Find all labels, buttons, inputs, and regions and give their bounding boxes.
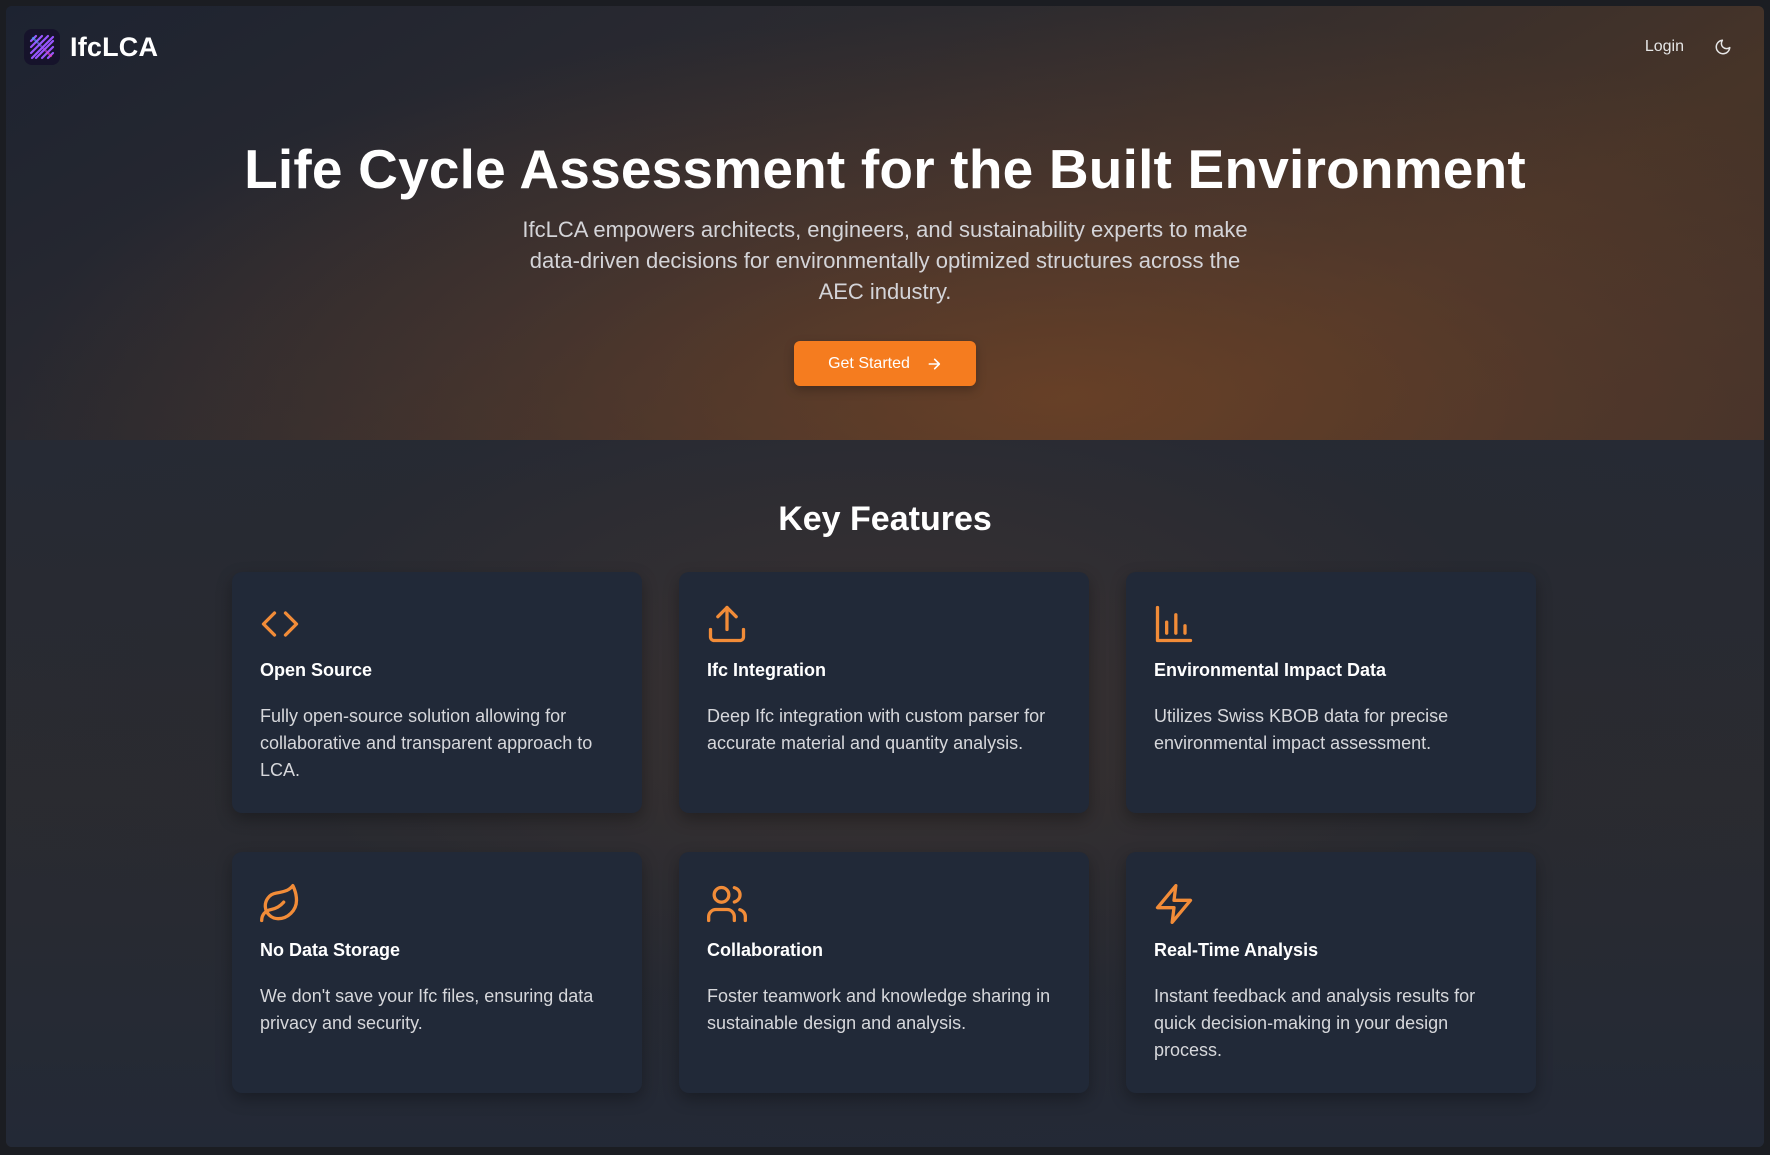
app-window: IfcLCA Login Life Cycle Assessment for t… bbox=[6, 6, 1764, 1147]
feature-card-open-source: Open Source Fully open-source solution a… bbox=[232, 572, 642, 813]
features-grid: Open Source Fully open-source solution a… bbox=[232, 572, 1536, 1093]
hero-subtitle: IfcLCA empowers architects, engineers, a… bbox=[522, 217, 1248, 304]
moon-icon bbox=[1715, 39, 1731, 55]
code-icon bbox=[261, 611, 299, 637]
users-icon bbox=[707, 885, 747, 923]
feature-card-environmental-impact-data: Environmental Impact Data Utilizes Swiss… bbox=[1126, 572, 1536, 813]
feature-title: No Data Storage bbox=[260, 940, 401, 960]
feature-title: Open Source bbox=[260, 660, 373, 680]
get-started-button[interactable]: Get Started bbox=[794, 341, 976, 386]
feature-title: Collaboration bbox=[707, 940, 823, 960]
feature-card-ifc-integration: Ifc Integration Deep Ifc integration wit… bbox=[679, 572, 1089, 813]
feature-description: Deep Ifc integration with custom parser … bbox=[707, 706, 1046, 753]
feature-description: Instant feedback and analysis results fo… bbox=[1154, 986, 1476, 1060]
login-link[interactable]: Login bbox=[1645, 38, 1684, 56]
zap-icon bbox=[1155, 884, 1193, 924]
feature-description: Foster teamwork and knowledge sharing in… bbox=[707, 986, 1051, 1033]
leaf-icon bbox=[260, 884, 299, 923]
get-started-label: Get Started bbox=[828, 354, 910, 372]
feature-title: Ifc Integration bbox=[707, 660, 827, 680]
top-nav: IfcLCA Login bbox=[6, 6, 1764, 88]
upload-icon bbox=[708, 605, 746, 643]
feature-title: Real-Time Analysis bbox=[1154, 940, 1319, 960]
feature-card-no-data-storage: No Data Storage We don't save your Ifc f… bbox=[232, 852, 642, 1093]
arrow-right-icon bbox=[928, 358, 941, 369]
brand-name: IfcLCA bbox=[70, 31, 159, 62]
feature-description: Fully open-source solution allowing for … bbox=[260, 706, 593, 780]
feature-description: We don't save your Ifc files, ensuring d… bbox=[260, 986, 594, 1033]
features-title: Key Features bbox=[778, 500, 992, 538]
feature-title: Environmental Impact Data bbox=[1154, 660, 1387, 680]
ifclca-logo-icon bbox=[24, 29, 60, 65]
bar-chart-icon bbox=[1155, 605, 1193, 643]
hero-section: Life Cycle Assessment for the Built Envi… bbox=[6, 136, 1764, 386]
nav-actions: Login bbox=[1645, 36, 1734, 58]
feature-description: Utilizes Swiss KBOB data for precise env… bbox=[1154, 706, 1449, 753]
brand[interactable]: IfcLCA bbox=[24, 29, 158, 65]
feature-card-real-time-analysis: Real-Time Analysis Instant feedback and … bbox=[1126, 852, 1536, 1093]
hero-title: Life Cycle Assessment for the Built Envi… bbox=[244, 138, 1526, 200]
feature-card-collaboration: Collaboration Foster teamwork and knowle… bbox=[679, 852, 1089, 1093]
theme-toggle-button[interactable] bbox=[1712, 36, 1734, 58]
